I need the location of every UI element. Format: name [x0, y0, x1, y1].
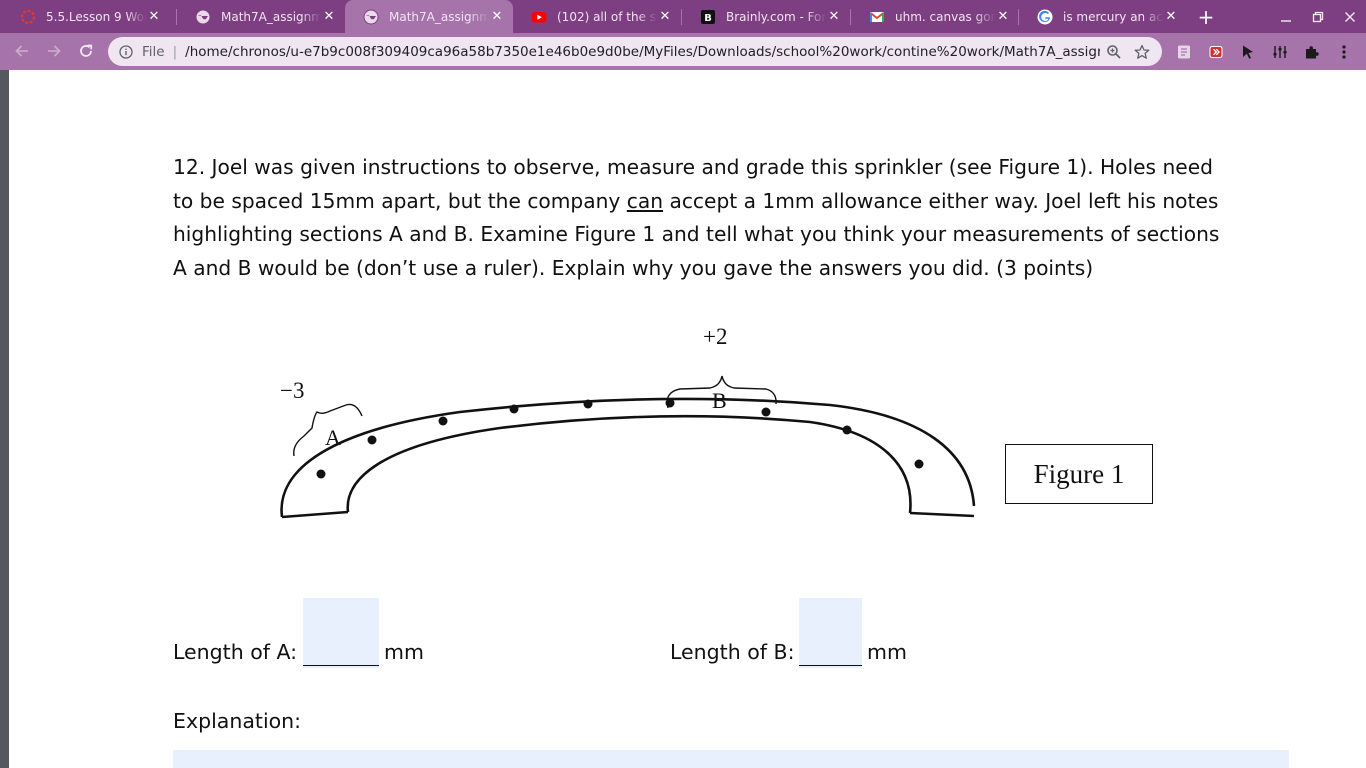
- tab-gmail[interactable]: uhm. canvas gone ✕: [851, 0, 1019, 33]
- tab-title: (102) all of the students: [557, 9, 657, 24]
- tab-google-search[interactable]: is mercury an actual ✕: [1019, 0, 1187, 33]
- brainly-icon: B: [700, 9, 716, 25]
- figure-caption-box: Figure 1: [1005, 444, 1153, 504]
- length-a-label: Length of A:: [173, 640, 298, 664]
- tab-title: is mercury an actual: [1063, 9, 1163, 24]
- restore-icon[interactable]: [1302, 0, 1334, 33]
- back-arrow-icon[interactable]: [8, 37, 36, 65]
- explanation-input[interactable]: [173, 750, 1289, 768]
- url-divider: |: [172, 43, 178, 60]
- sprinkler-arc: [280, 397, 976, 519]
- tab-math7a-active[interactable]: Math7A_assignment ✕: [345, 0, 513, 33]
- canvas-icon: [20, 9, 36, 25]
- forward-arrow-icon[interactable]: [40, 37, 68, 65]
- sprinkler-hole: [509, 404, 519, 414]
- globe-icon: [195, 9, 211, 25]
- question-line-part: accept a 1mm allowance either way. Joel …: [663, 188, 1219, 213]
- cursor-extension-icon[interactable]: [1235, 39, 1261, 65]
- length-b-underline: [799, 665, 862, 666]
- minimize-icon[interactable]: [1270, 0, 1302, 33]
- sliders-icon[interactable]: [1267, 39, 1293, 65]
- sprinkler-hole: [761, 407, 771, 417]
- question-line: A and B would be (don’t use a ruler). Ex…: [173, 255, 1094, 280]
- address-bar[interactable]: File | /home/chronos/u-e7b9c008f309409ca…: [108, 37, 1162, 66]
- tab-brainly[interactable]: B Brainly.com - For students ✕: [682, 0, 850, 33]
- sprinkler-hole: [316, 469, 326, 479]
- question-line: 12. Joel was given instructions to obser…: [173, 155, 1213, 179]
- tab-lesson-worksheet[interactable]: 5.5.Lesson 9 Worksheet ✕: [2, 0, 170, 33]
- url-text[interactable]: /home/chronos/u-e7b9c008f309409ca96a58b7…: [185, 44, 1100, 60]
- length-b-unit: mm: [867, 640, 907, 664]
- tab-title: Math7A_assignment: [221, 9, 321, 24]
- section-a-label: A: [325, 425, 341, 450]
- menu-kebab-icon[interactable]: [1331, 39, 1357, 65]
- new-tab-button[interactable]: +: [1192, 3, 1220, 31]
- gmail-icon: [869, 9, 885, 25]
- section-b-label: B: [712, 388, 727, 413]
- sprinkler-holes: [316, 398, 924, 479]
- url-scheme: File: [142, 43, 165, 60]
- question-line: to be spaced 15mm apart, but the company…: [173, 185, 1263, 219]
- reload-icon[interactable]: [72, 37, 100, 65]
- sprinkler-hole: [914, 459, 924, 469]
- info-icon[interactable]: [118, 44, 134, 60]
- close-icon[interactable]: ✕: [826, 9, 842, 25]
- zoom-icon[interactable]: [1100, 38, 1128, 66]
- tab-strip: 5.5.Lesson 9 Worksheet ✕ Math7A_assignme…: [0, 0, 1366, 33]
- length-a-input[interactable]: [303, 598, 379, 668]
- question-line-part: to be spaced 15mm apart, but the company: [173, 188, 627, 213]
- sprinkler-inner-edge: [346, 414, 912, 514]
- explanation-label: Explanation:: [173, 709, 302, 733]
- question-text: 12. Joel was given instructions to obser…: [173, 151, 1263, 285]
- google-icon: [1037, 9, 1053, 25]
- extension-red-icon[interactable]: [1203, 39, 1229, 65]
- sprinkler-hole: [583, 399, 593, 409]
- figure-caption: Figure 1: [1033, 458, 1125, 489]
- puzzle-icon[interactable]: [1299, 39, 1325, 65]
- section-a-note: −3: [280, 378, 304, 403]
- viewer-left-margin: [0, 70, 9, 768]
- star-icon[interactable]: [1128, 38, 1156, 66]
- close-icon[interactable]: ✕: [657, 9, 673, 25]
- globe-icon: [363, 9, 379, 25]
- close-icon[interactable]: ✕: [321, 9, 337, 25]
- close-icon[interactable]: ✕: [1163, 9, 1179, 25]
- underlined-word: can: [626, 188, 664, 213]
- sprinkler-right-end: [909, 511, 975, 518]
- section-b-note: +2: [703, 324, 727, 349]
- sprinkler-left-end: [281, 510, 349, 519]
- length-b-input[interactable]: [799, 598, 862, 668]
- length-a-underline: [303, 665, 379, 666]
- length-a-unit: mm: [384, 640, 424, 664]
- document-viewport: 12. Joel was given instructions to obser…: [0, 70, 1366, 768]
- tab-youtube[interactable]: (102) all of the students ✕: [513, 0, 681, 33]
- extension-file-icon[interactable]: [1171, 39, 1197, 65]
- browser-toolbar: File | /home/chronos/u-e7b9c008f309409ca…: [0, 33, 1366, 70]
- length-b-label: Length of B:: [670, 640, 795, 664]
- tab-math7a-1[interactable]: Math7A_assignment ✕: [177, 0, 345, 33]
- sprinkler-hole: [438, 416, 448, 426]
- close-window-icon[interactable]: [1334, 0, 1366, 33]
- tab-title: Brainly.com - For students: [726, 9, 826, 24]
- close-icon[interactable]: ✕: [146, 9, 162, 25]
- tab-title: uhm. canvas gone: [895, 9, 995, 24]
- sprinkler-hole: [842, 425, 852, 435]
- svg-text:B: B: [704, 13, 712, 24]
- close-icon[interactable]: ✕: [489, 9, 505, 25]
- youtube-icon: [531, 9, 547, 25]
- sprinkler-hole: [367, 435, 377, 445]
- tab-title: Math7A_assignment: [389, 9, 489, 24]
- close-icon[interactable]: ✕: [995, 9, 1011, 25]
- tab-title: 5.5.Lesson 9 Worksheet: [46, 9, 146, 24]
- question-line: highlighting sections A and B. Examine F…: [173, 222, 1220, 246]
